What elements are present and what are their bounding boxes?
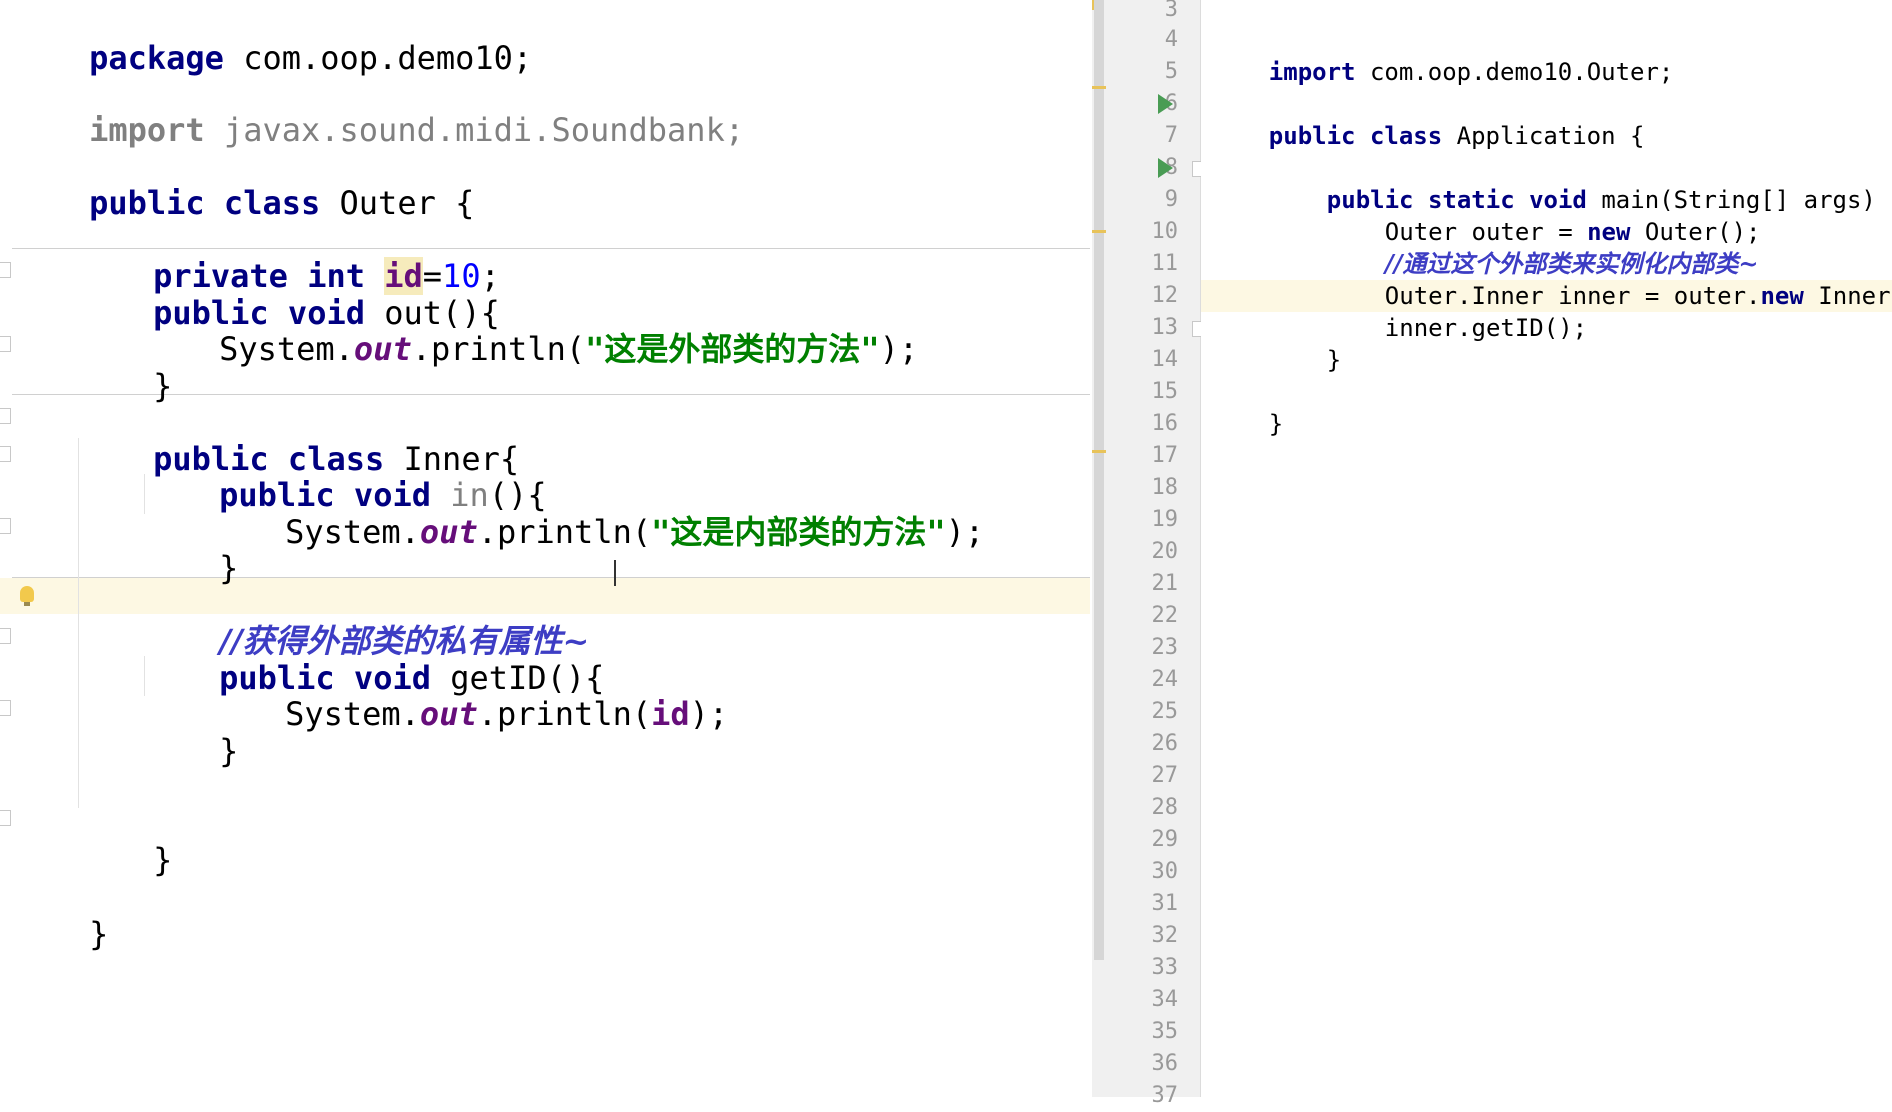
line-number: 17 <box>1151 443 1179 468</box>
line-number: 18 <box>1151 475 1179 500</box>
outer-java-editor[interactable]: package com.oop.demo10; import javax.sou… <box>0 0 1090 1097</box>
code-line-close-brace: } <box>76 320 172 405</box>
line-number: 12 <box>1151 283 1179 308</box>
scrollbar-thumb[interactable] <box>1094 0 1104 960</box>
static-field-out: out <box>419 695 478 733</box>
line-number: 5 <box>1164 59 1178 84</box>
fold-marker[interactable] <box>0 700 11 716</box>
code-text: .println( <box>411 330 586 368</box>
code-line-comment: //通过这个外部类来实例化内部类~ <box>1327 216 1759 278</box>
fold-marker[interactable] <box>0 518 11 534</box>
fold-marker[interactable] <box>0 628 11 644</box>
code-text: } <box>153 841 173 879</box>
application-java-editor[interactable]: import com.oop.demo10.Outer; public clas… <box>1201 0 1892 1097</box>
code-text: .println( <box>477 513 652 551</box>
code-line-import: import javax.sound.midi.Soundbank; <box>12 64 744 149</box>
line-number: 27 <box>1151 763 1179 788</box>
line-number: 37 <box>1151 1083 1179 1108</box>
field-id: id <box>651 695 690 733</box>
code-text: Application { <box>1442 122 1645 150</box>
fold-marker[interactable] <box>0 336 11 352</box>
code-text: .println( <box>477 695 652 733</box>
line-number: 29 <box>1151 827 1179 852</box>
line-number: 4 <box>1164 27 1178 52</box>
code-line-println-outer: System.out.println("这是外部类的方法"); <box>142 283 918 368</box>
line-number: 19 <box>1151 507 1179 532</box>
code-text: } <box>89 915 109 953</box>
code-line-class-outer: public class Outer { <box>12 137 474 222</box>
text-cursor <box>614 560 616 586</box>
code-line-class-application: public class Application { <box>1211 88 1645 150</box>
fold-marker[interactable] <box>0 446 11 462</box>
fold-marker[interactable] <box>0 810 11 826</box>
line-number: 20 <box>1151 539 1179 564</box>
code-text: ); <box>879 330 919 368</box>
editor-scrollbar[interactable] <box>1092 0 1108 1097</box>
keyword: new <box>1760 282 1804 310</box>
line-number: 31 <box>1151 891 1179 916</box>
line-number-gutter: 3 4 5 6 7 8 9 10 11 12 13 14 15 16 17 18… <box>1106 0 1208 1108</box>
code-text: com.oop.demo10.Outer; <box>1355 58 1674 86</box>
code-line-getid-call: inner.getID(); <box>1327 280 1587 342</box>
line-number: 34 <box>1151 987 1179 1012</box>
line-number: 25 <box>1151 699 1179 724</box>
code-line-package: package com.oop.demo10; <box>12 0 532 77</box>
line-number: 15 <box>1151 379 1179 404</box>
code-line-main: public static void main(String[] args) { <box>1269 152 1892 214</box>
keyword: public class <box>1268 122 1443 150</box>
code-line-new-outer: Outer outer = new Outer(); <box>1327 184 1761 246</box>
line-number: 10 <box>1151 219 1179 244</box>
line-number: 22 <box>1151 603 1179 628</box>
line-number: 11 <box>1151 251 1179 276</box>
code-text: ); <box>945 513 985 551</box>
code-line-close-brace: } <box>142 502 238 587</box>
code-line-import: import com.oop.demo10.Outer; <box>1211 24 1674 86</box>
keyword: import <box>1268 58 1356 86</box>
fold-marker[interactable] <box>0 408 11 424</box>
code-line-new-inner: Outer.Inner inner = outer.new Inner(); <box>1327 248 1892 310</box>
code-text: } <box>219 732 239 770</box>
code-text: System. <box>219 330 354 368</box>
static-field-out: out <box>419 513 478 551</box>
line-number: 3 <box>1164 0 1178 22</box>
string-literal: "这是内部类的方法" <box>651 513 946 551</box>
line-number: 32 <box>1151 923 1179 948</box>
line-number: 24 <box>1151 667 1179 692</box>
string-literal: "这是外部类的方法" <box>585 330 880 368</box>
code-line-close-brace: } <box>1211 376 1283 438</box>
code-text: Inner(); <box>1818 282 1892 310</box>
code-line-println-id: System.out.println(id); <box>208 648 728 733</box>
run-class-icon[interactable] <box>1158 94 1173 114</box>
line-number: 13 <box>1151 315 1179 340</box>
line-number: 36 <box>1151 1051 1179 1076</box>
line-number: 28 <box>1151 795 1179 820</box>
code-line-close-brace: } <box>142 685 238 770</box>
fold-marker[interactable] <box>0 262 11 278</box>
code-text: System. <box>285 513 420 551</box>
code-text: } <box>1268 410 1284 438</box>
code-text: } <box>1326 346 1342 374</box>
line-number: 26 <box>1151 731 1179 756</box>
code-text: ); <box>689 695 729 733</box>
line-number: 30 <box>1151 859 1179 884</box>
line-number: 33 <box>1151 955 1179 980</box>
code-line-close-brace: } <box>76 794 172 879</box>
line-number: 14 <box>1151 347 1179 372</box>
code-line-close-brace: } <box>1269 312 1341 374</box>
lightbulb-icon[interactable] <box>20 586 34 606</box>
code-line-close-brace: } <box>12 868 108 953</box>
line-number: 7 <box>1164 123 1178 148</box>
static-field-out: out <box>353 330 412 368</box>
line-number: 9 <box>1164 187 1178 212</box>
code-text: inner.getID(); <box>1384 314 1588 342</box>
line-number: 35 <box>1151 1019 1179 1044</box>
line-number: 16 <box>1151 411 1179 436</box>
run-main-icon[interactable] <box>1158 158 1173 178</box>
line-number: 21 <box>1151 571 1179 596</box>
code-text: System. <box>285 695 420 733</box>
line-number: 23 <box>1151 635 1179 660</box>
code-line-println-inner: System.out.println("这是内部类的方法"); <box>208 466 984 551</box>
